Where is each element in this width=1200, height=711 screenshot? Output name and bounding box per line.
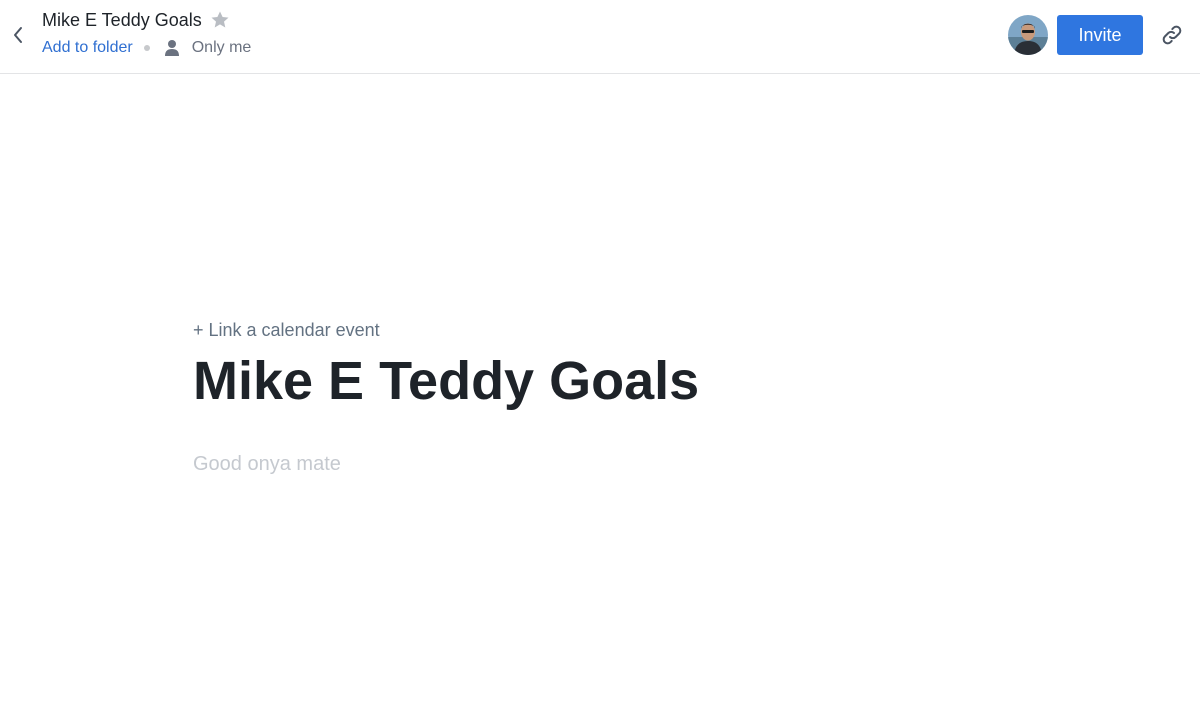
person-icon <box>164 40 179 56</box>
top-bar: Mike E Teddy Goals Add to folder Only me… <box>0 0 1200 74</box>
document-title[interactable]: Mike E Teddy Goals <box>193 348 699 414</box>
link-calendar-event[interactable]: + Link a calendar event <box>193 320 380 341</box>
user-avatar[interactable] <box>1008 15 1048 55</box>
doc-title: Mike E Teddy Goals <box>42 10 202 30</box>
doc-meta: Add to folder Only me <box>42 37 251 59</box>
invite-button[interactable]: Invite <box>1057 15 1143 55</box>
document-body-placeholder[interactable]: Good onya mate <box>193 453 341 476</box>
separator-dot <box>143 45 150 51</box>
copy-link-button[interactable] <box>1158 21 1186 49</box>
sharing-status[interactable]: Only me <box>192 39 252 57</box>
add-to-folder-link[interactable]: Add to folder <box>42 39 133 57</box>
avatar-image <box>1008 15 1048 55</box>
chevron-left-icon <box>14 27 22 43</box>
back-button[interactable] <box>6 23 30 47</box>
link-icon <box>1162 25 1182 45</box>
star-icon[interactable] <box>210 10 230 30</box>
